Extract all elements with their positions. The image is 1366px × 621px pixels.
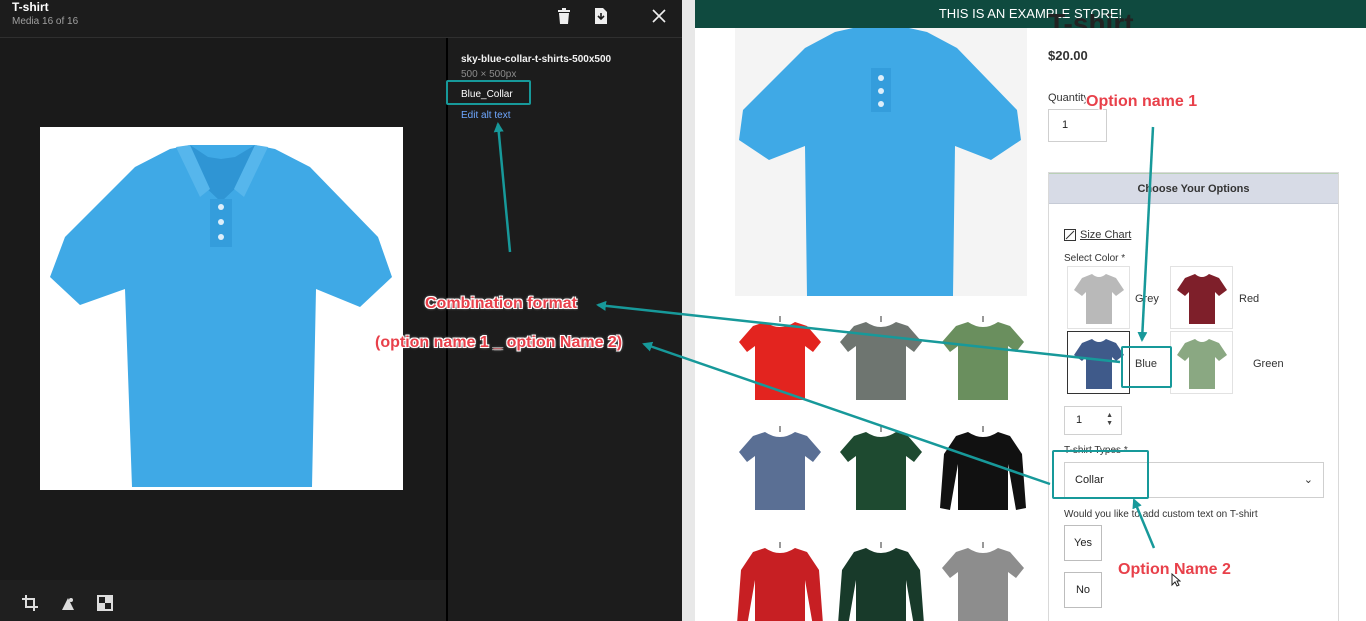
preview-image xyxy=(40,127,403,490)
tshirt-types-select[interactable]: Collar ⌄ xyxy=(1064,462,1324,498)
alt-text-value: Blue_Collar xyxy=(461,89,513,100)
edit-alt-text-link[interactable]: Edit alt text xyxy=(461,110,510,121)
stepper-value: 1 xyxy=(1076,414,1083,426)
yes-button[interactable]: Yes xyxy=(1064,525,1102,561)
focal-point-icon[interactable] xyxy=(59,594,77,612)
file-dimensions: 500 × 500px xyxy=(461,69,517,80)
product-thumbnail[interactable] xyxy=(938,540,1028,621)
size-chart-link[interactable]: Size Chart xyxy=(1064,229,1131,241)
media-editor-panel: T-shirt Media 16 of 16 sky-blue-collar-t… xyxy=(0,0,682,621)
trash-icon[interactable] xyxy=(553,5,575,27)
product-thumbnail[interactable] xyxy=(735,314,825,406)
media-details: sky-blue-collar-t-shirts-500x500 500 × 5… xyxy=(448,38,682,621)
product-main-image[interactable] xyxy=(735,28,1027,296)
product-thumbnail[interactable] xyxy=(836,314,926,406)
swatch-label-blue: Blue xyxy=(1135,358,1158,370)
swatch-grey[interactable] xyxy=(1067,266,1130,329)
store-banner: THIS IS AN EXAMPLE STORE! xyxy=(695,0,1366,28)
tshirt-type-selected: Collar xyxy=(1075,474,1104,486)
replace-icon[interactable] xyxy=(96,594,114,612)
media-title: T-shirt xyxy=(12,0,49,14)
swatch-label-red: Red xyxy=(1239,293,1260,305)
product-thumbnail[interactable] xyxy=(836,540,926,621)
size-chart-label: Size Chart xyxy=(1080,229,1132,241)
product-price: $20.00 xyxy=(1048,48,1088,63)
store-page: THIS IS AN EXAMPLE STORE! T-shirt $20.00… xyxy=(695,0,1366,621)
window-gap xyxy=(682,0,695,621)
media-editor-header: T-shirt Media 16 of 16 xyxy=(0,0,682,38)
media-preview xyxy=(0,38,446,580)
media-toolbar xyxy=(0,580,446,621)
quantity-label: Quantity xyxy=(1048,92,1089,104)
crop-icon[interactable] xyxy=(21,594,39,612)
product-thumbnail[interactable] xyxy=(938,424,1028,516)
color-quantity-stepper[interactable]: 1 ▲ ▼ xyxy=(1064,406,1122,435)
options-header: Choose Your Options xyxy=(1049,173,1338,204)
close-icon[interactable] xyxy=(648,5,670,27)
download-icon[interactable] xyxy=(590,5,612,27)
chevron-down-icon: ⌄ xyxy=(1303,474,1313,486)
product-thumbnail[interactable] xyxy=(938,314,1028,406)
product-thumbnail[interactable] xyxy=(836,424,926,516)
size-chart-icon xyxy=(1064,229,1076,241)
quantity-input[interactable]: 1 xyxy=(1048,109,1107,142)
swatch-label-green: Green xyxy=(1253,358,1284,370)
file-name: sky-blue-collar-t-shirts-500x500 xyxy=(461,54,612,65)
tshirt-types-label: T-shirt Types * xyxy=(1064,445,1128,456)
swatch-red[interactable] xyxy=(1170,266,1233,329)
swatch-green[interactable] xyxy=(1170,331,1233,394)
stepper-arrows-icon[interactable]: ▲ ▼ xyxy=(1106,412,1113,428)
options-box: Choose Your Options Size Chart Select Co… xyxy=(1048,172,1339,621)
media-count: Media 16 of 16 xyxy=(12,16,79,27)
product-title: T-shirt xyxy=(1048,14,1134,28)
select-color-label: Select Color * xyxy=(1064,253,1126,264)
swatch-label-grey: Grey xyxy=(1135,293,1159,305)
custom-text-label: Would you like to add custom text on T-s… xyxy=(1064,509,1258,520)
no-button[interactable]: No xyxy=(1064,572,1102,608)
product-thumbnail[interactable] xyxy=(735,540,825,621)
swatch-blue[interactable] xyxy=(1067,331,1130,394)
product-thumbnail[interactable] xyxy=(735,424,825,516)
